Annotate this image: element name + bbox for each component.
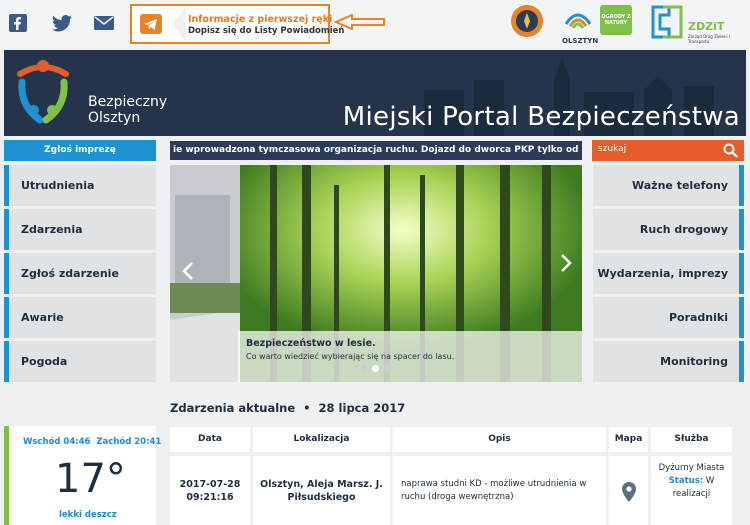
- image-slider[interactable]: Bezpieczeństwo w lesie. Co warto wiedzie…: [170, 165, 582, 382]
- notification-title: Informacje z pierwszej ręki: [188, 14, 333, 25]
- menu-item-monitoring[interactable]: Monitoring: [593, 341, 744, 382]
- events-date: 28 lipca 2017: [318, 401, 406, 415]
- twitter-icon[interactable]: [52, 13, 72, 33]
- search-input[interactable]: szukaj: [598, 144, 626, 154]
- facebook-icon[interactable]: [8, 13, 28, 33]
- brand-name-line1: Bezpieczny: [88, 94, 168, 110]
- fire-brigade-logo-icon[interactable]: [510, 4, 544, 42]
- menu-item-utrudnienia[interactable]: Utrudnienia: [4, 165, 156, 206]
- zdzit-logo[interactable]: [650, 4, 684, 44]
- events-heading: Zdarzenia aktualne • 28 lipca 2017: [170, 401, 406, 415]
- weather-widget: Wschód 04:46 Zachód 20:41 17° lekki desz…: [4, 426, 161, 525]
- notification-subtitle: Dopisz się do Listy Powiadomień: [188, 26, 345, 36]
- sunrise-time: Wschód 04:46: [23, 437, 91, 447]
- search-box[interactable]: szukaj: [592, 140, 744, 161]
- col-header-opis[interactable]: Opis: [393, 427, 606, 452]
- event-date: 2017-07-28: [179, 479, 241, 490]
- cell-service: Dyżurny Miasta Status: W realizacji: [651, 456, 732, 525]
- portal-banner: Bezpieczny Olsztyn Miejski Portal Bezpie…: [4, 50, 746, 136]
- zdzit-logo-text: ZDZiT: [688, 20, 725, 33]
- search-icon[interactable]: [723, 143, 738, 162]
- weather-description: lekki deszcz: [59, 510, 117, 520]
- event-service: Dyżurny Miasta: [658, 463, 725, 473]
- menu-item-wazne-telefony[interactable]: Ważne telefony: [593, 165, 744, 206]
- menu-item-zglos-zdarzenie[interactable]: Zgłoś zdarzenie: [4, 253, 156, 294]
- slider-caption-text: Co warto wiedzieć wybierając się na spac…: [246, 352, 455, 361]
- gardens-badge[interactable]: OGRODY Z NATURY: [600, 5, 632, 35]
- olsztyn-logo[interactable]: OLSZTYN: [562, 4, 598, 45]
- slider-dot-2[interactable]: [372, 365, 379, 372]
- col-header-data[interactable]: Data: [170, 427, 250, 452]
- sunset-time: Zachód 20:41: [96, 437, 162, 447]
- temperature: 17°: [55, 456, 126, 502]
- report-event-button[interactable]: Zgłoś imprezę: [4, 140, 156, 161]
- menu-item-zdarzenia[interactable]: Zdarzenia: [4, 209, 156, 250]
- zdzit-logo-icon: [651, 5, 683, 39]
- slider-caption[interactable]: Bezpieczeństwo w lesie. Co warto wiedzie…: [238, 331, 582, 382]
- col-header-mapa[interactable]: Mapa: [609, 427, 648, 452]
- events-title: Zdarzenia aktualne: [170, 401, 296, 415]
- event-description: naprawa studni KD - możliwe utrudnienia …: [393, 456, 606, 525]
- slider-dot-3[interactable]: [384, 365, 391, 372]
- menu-item-pogoda[interactable]: Pogoda: [4, 341, 156, 382]
- event-status-label: Status:: [668, 476, 704, 486]
- event-time: 09:21:16: [186, 492, 234, 503]
- news-ticker[interactable]: ie wprowadzona tymczasowa organizacja ru…: [170, 141, 582, 160]
- slider-caption-title: Bezpieczeństwo w lesie.: [246, 338, 376, 349]
- telegram-icon: [140, 14, 162, 34]
- menu-item-wydarzenia-imprezy[interactable]: Wydarzenia, imprezy: [593, 253, 744, 294]
- mail-icon[interactable]: [94, 13, 114, 33]
- slider-dot-1[interactable]: [360, 365, 367, 372]
- bezpieczny-olsztyn-logo-icon[interactable]: [12, 56, 74, 128]
- portal-title: Miejski Portal Bezpieczeństwa: [342, 102, 740, 132]
- col-header-sluzba[interactable]: Służba: [651, 427, 732, 452]
- zdzit-subtitle: Zarząd Dróg Zieleni i Transportu: [688, 34, 731, 44]
- menu-item-poradniki[interactable]: Poradniki: [593, 297, 744, 338]
- col-header-lokalizacja[interactable]: Lokalizacja: [253, 427, 390, 452]
- brand-name-line2: Olsztyn: [88, 110, 141, 126]
- map-pin-icon[interactable]: [622, 482, 636, 502]
- sun-times: Wschód 04:46 Zachód 20:41: [23, 437, 161, 447]
- cell-date: 2017-07-28 09:21:16: [170, 456, 250, 525]
- event-location[interactable]: Olsztyn, Aleja Marsz. J. Piłsudskiego: [253, 456, 390, 525]
- cell-map: [609, 456, 648, 525]
- notification-signup-box[interactable]: Informacje z pierwszej ręki Dopisz się d…: [130, 4, 344, 44]
- menu-item-ruch-drogowy[interactable]: Ruch drogowy: [593, 209, 744, 250]
- menu-item-awarie[interactable]: Awarie: [4, 297, 156, 338]
- callout-pointer-icon: [172, 6, 186, 42]
- olsztyn-logo-text: OLSZTYN: [562, 37, 599, 45]
- arrow-left-icon: [334, 14, 385, 30]
